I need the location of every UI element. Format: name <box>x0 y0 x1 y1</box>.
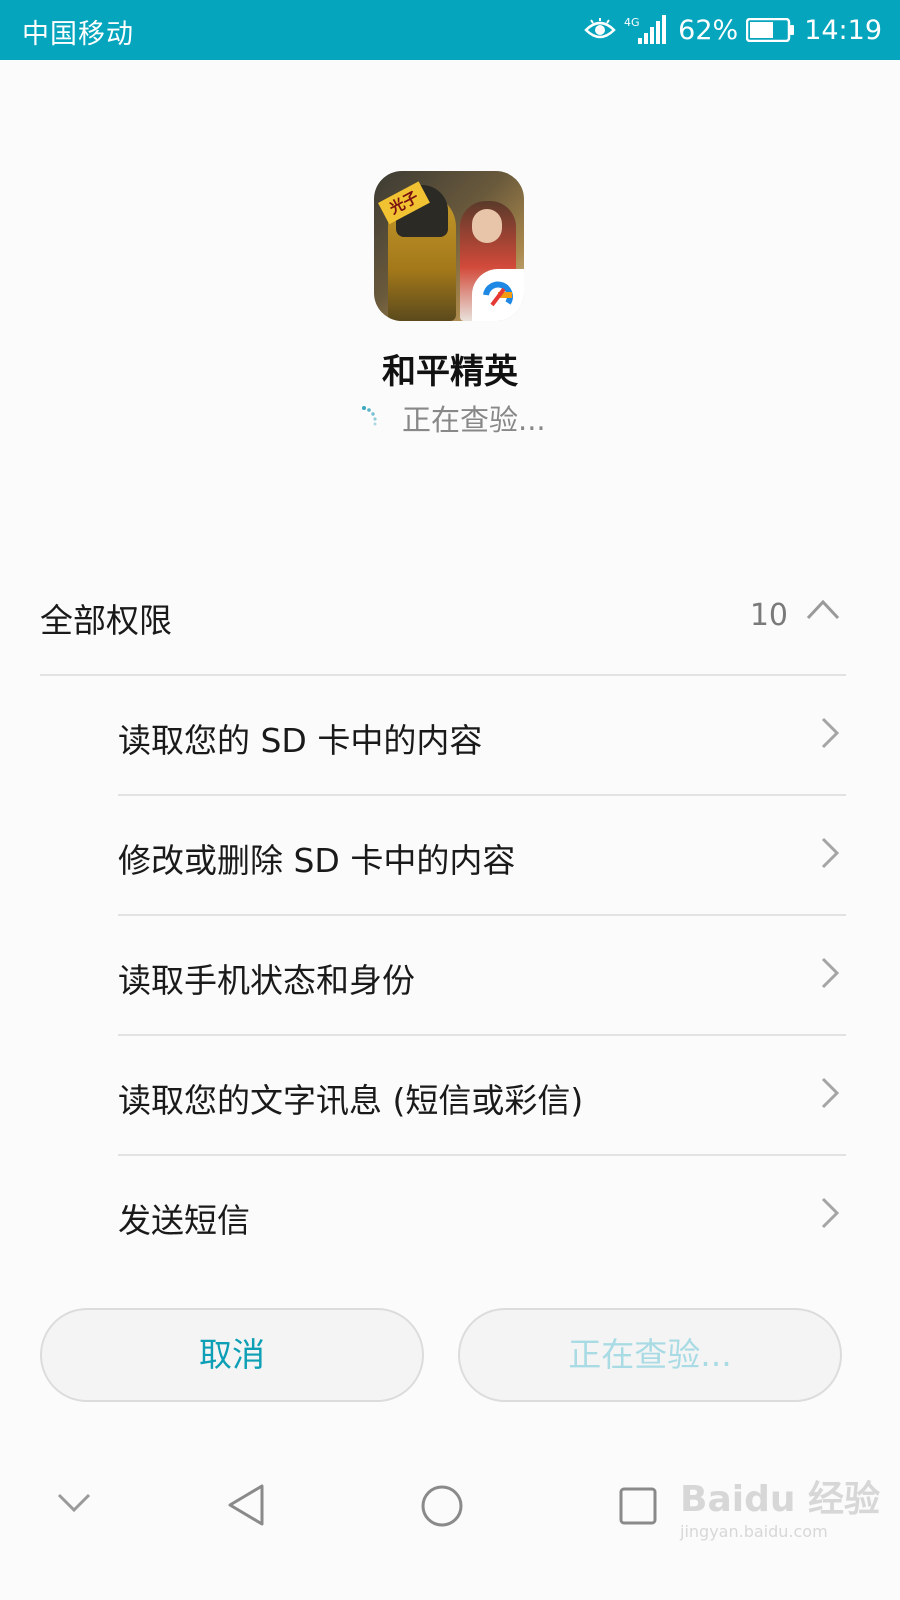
watermark-top: Baidu 经验 <box>680 1479 881 1520</box>
baidu-watermark: Baidu 经验 jingyan.baidu.com <box>680 1470 880 1550</box>
permission-count: 10 <box>749 598 788 633</box>
chevron-right-icon <box>820 1076 840 1114</box>
chevron-up-icon[interactable] <box>806 598 840 624</box>
loading-spinner-icon <box>360 401 384 435</box>
signal-4g-icon: 4G <box>624 14 670 46</box>
app-icon: 光子 <box>374 171 524 321</box>
verifying-button[interactable]: 正在查验... <box>458 1308 842 1402</box>
permission-item-send-sms[interactable]: 发送短信 <box>118 1156 846 1274</box>
battery-percent: 62% <box>678 14 739 46</box>
permission-label: 读取您的文字讯息 (短信或彩信) <box>118 1081 584 1120</box>
chevron-right-icon <box>820 836 840 874</box>
permission-label: 读取手机状态和身份 <box>118 961 415 1000</box>
app-icon-face <box>472 209 502 243</box>
verification-status: 正在查验... <box>360 398 546 438</box>
permission-label: 发送短信 <box>118 1201 250 1240</box>
permission-label: 读取您的 SD 卡中的内容 <box>118 721 483 760</box>
status-indicators: 4G 62% 14:19 <box>584 8 882 52</box>
chevron-right-icon <box>820 716 840 754</box>
battery-icon <box>746 18 796 42</box>
chevron-right-icon <box>820 956 840 994</box>
home-icon[interactable] <box>420 1484 464 1528</box>
permission-item-phone-state[interactable]: 读取手机状态和身份 <box>118 916 846 1036</box>
app-name: 和平精英 <box>382 352 518 392</box>
hide-nav-chevron-icon[interactable] <box>56 1491 92 1515</box>
verification-status-label: 正在查验... <box>402 403 546 437</box>
all-permissions-header[interactable]: 全部权限 10 <box>40 592 846 642</box>
carrier-label: 中国移动 <box>22 19 134 50</box>
permission-label: 修改或删除 SD 卡中的内容 <box>118 841 516 880</box>
permission-item-read-sms[interactable]: 读取您的文字讯息 (短信或彩信) <box>118 1036 846 1156</box>
network-type-label: 4G <box>624 16 640 29</box>
all-permissions-title: 全部权限 <box>40 601 172 640</box>
permission-item-read-sd[interactable]: 读取您的 SD 卡中的内容 <box>118 676 846 796</box>
watermark-bottom: jingyan.baidu.com <box>680 1522 828 1541</box>
clock: 14:19 <box>804 14 882 46</box>
permission-list: 读取您的 SD 卡中的内容 修改或删除 SD 卡中的内容 读取手机状态和身份 读… <box>118 676 846 1274</box>
status-bar: 中国移动 4G 62% 14:19 <box>0 0 900 60</box>
back-icon[interactable] <box>226 1483 266 1527</box>
cancel-button[interactable]: 取消 <box>40 1308 424 1402</box>
permission-item-modify-sd[interactable]: 修改或删除 SD 卡中的内容 <box>118 796 846 916</box>
tencent-games-logo-icon <box>472 269 524 321</box>
recent-apps-icon[interactable] <box>618 1486 658 1526</box>
chevron-right-icon <box>820 1196 840 1234</box>
eye-comfort-icon <box>584 18 616 42</box>
